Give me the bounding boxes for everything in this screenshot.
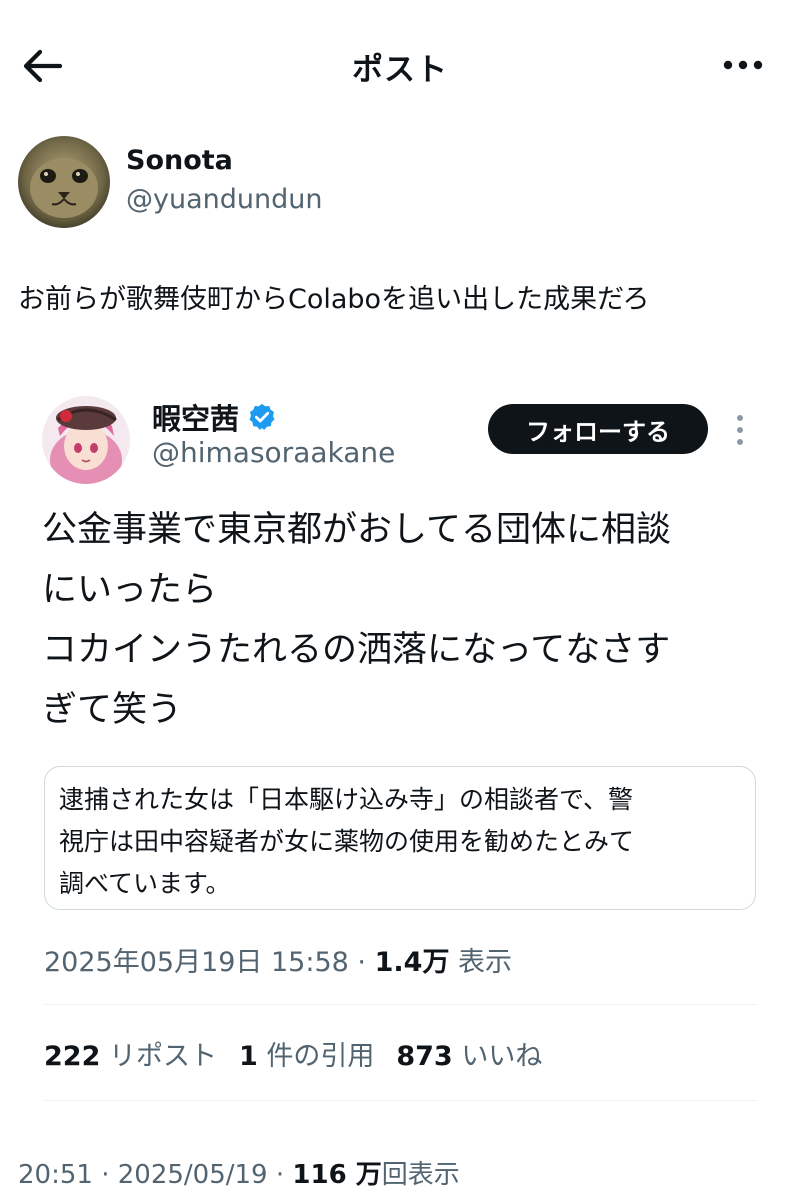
reposts-label: リポスト bbox=[108, 1041, 217, 1072]
post-time[interactable]: 20:51 bbox=[18, 1160, 93, 1190]
news-text-line: 視庁は田中容疑者が女に薬物の使用を勧めたとみて bbox=[59, 827, 635, 856]
reposts-stat[interactable]: 222 リポスト bbox=[44, 1041, 217, 1072]
meta-separator: · bbox=[101, 1160, 110, 1190]
quoted-avatar[interactable] bbox=[42, 396, 130, 484]
more-horizontal-icon[interactable] bbox=[718, 50, 768, 80]
anime-girl-avatar-icon bbox=[42, 396, 130, 484]
quoted-views-count: 1.4万 bbox=[374, 947, 450, 978]
quoted-author-handle[interactable]: @himasoraakane bbox=[152, 436, 395, 469]
quoted-text: 公金事業で東京都がおしてる団体に相談 にいったら コカインうたれるの洒落になって… bbox=[42, 500, 762, 740]
more-vertical-icon[interactable] bbox=[728, 410, 752, 450]
meta-separator: · bbox=[275, 1160, 285, 1190]
page-title: ポスト bbox=[352, 52, 448, 88]
news-text-line: 調べています。 bbox=[59, 869, 231, 898]
quotes-count: 1 bbox=[238, 1041, 258, 1072]
quoted-meta: 2025年05月19日 15:58 · 1.4万 表示 bbox=[44, 940, 512, 979]
post-views-label: 回表示 bbox=[381, 1160, 460, 1190]
avatar[interactable] bbox=[18, 136, 110, 228]
quoted-views-label: 表示 bbox=[458, 947, 513, 978]
cat-avatar-icon bbox=[18, 136, 110, 228]
quoted-stats: 222 リポスト 1 件の引用 873 いいね bbox=[44, 1034, 542, 1073]
post-views-count: 116 万 bbox=[292, 1160, 382, 1190]
divider bbox=[44, 1004, 758, 1005]
reposts-count: 222 bbox=[44, 1041, 101, 1072]
quoted-author-name[interactable]: 暇空茜 bbox=[152, 396, 239, 438]
quoted-text-line: コカインうたれるの洒落になってなさす bbox=[42, 630, 671, 670]
follow-button[interactable]: フォローする bbox=[488, 404, 708, 454]
likes-count: 873 bbox=[396, 1041, 453, 1072]
likes-stat[interactable]: 873 いいね bbox=[396, 1041, 542, 1072]
quotes-stat[interactable]: 1 件の引用 bbox=[239, 1041, 374, 1072]
quoted-text-line: ぎて笑う bbox=[42, 690, 183, 730]
post-date[interactable]: 2025/05/19 bbox=[118, 1160, 268, 1190]
meta-separator: · bbox=[357, 947, 367, 978]
quoted-news-box[interactable]: 逮捕された女は「日本駆け込み寺」の相談者で、警 視庁は田中容疑者が女に薬物の使用… bbox=[44, 766, 756, 910]
post-meta: 20:51 · 2025/05/19 · 116 万回表示 bbox=[18, 1154, 460, 1191]
verified-badge-icon bbox=[247, 402, 277, 432]
post-text: お前らが歌舞伎町からColaboを追い出した成果だろ bbox=[18, 284, 650, 315]
likes-label: いいね bbox=[461, 1041, 543, 1072]
quoted-text-line: 公金事業で東京都がおしてる団体に相談 bbox=[42, 510, 671, 550]
news-text-line: 逮捕された女は「日本駆け込み寺」の相談者で、警 bbox=[59, 785, 634, 814]
divider bbox=[44, 1100, 758, 1101]
quotes-label: 件の引用 bbox=[266, 1041, 375, 1072]
quoted-text-line: にいったら bbox=[42, 570, 218, 610]
author-handle[interactable]: @yuandundun bbox=[126, 184, 322, 215]
quoted-name-row: 暇空茜 bbox=[152, 396, 277, 438]
author-name[interactable]: Sonota bbox=[126, 145, 233, 176]
quoted-datetime[interactable]: 2025年05月19日 15:58 bbox=[44, 947, 349, 978]
